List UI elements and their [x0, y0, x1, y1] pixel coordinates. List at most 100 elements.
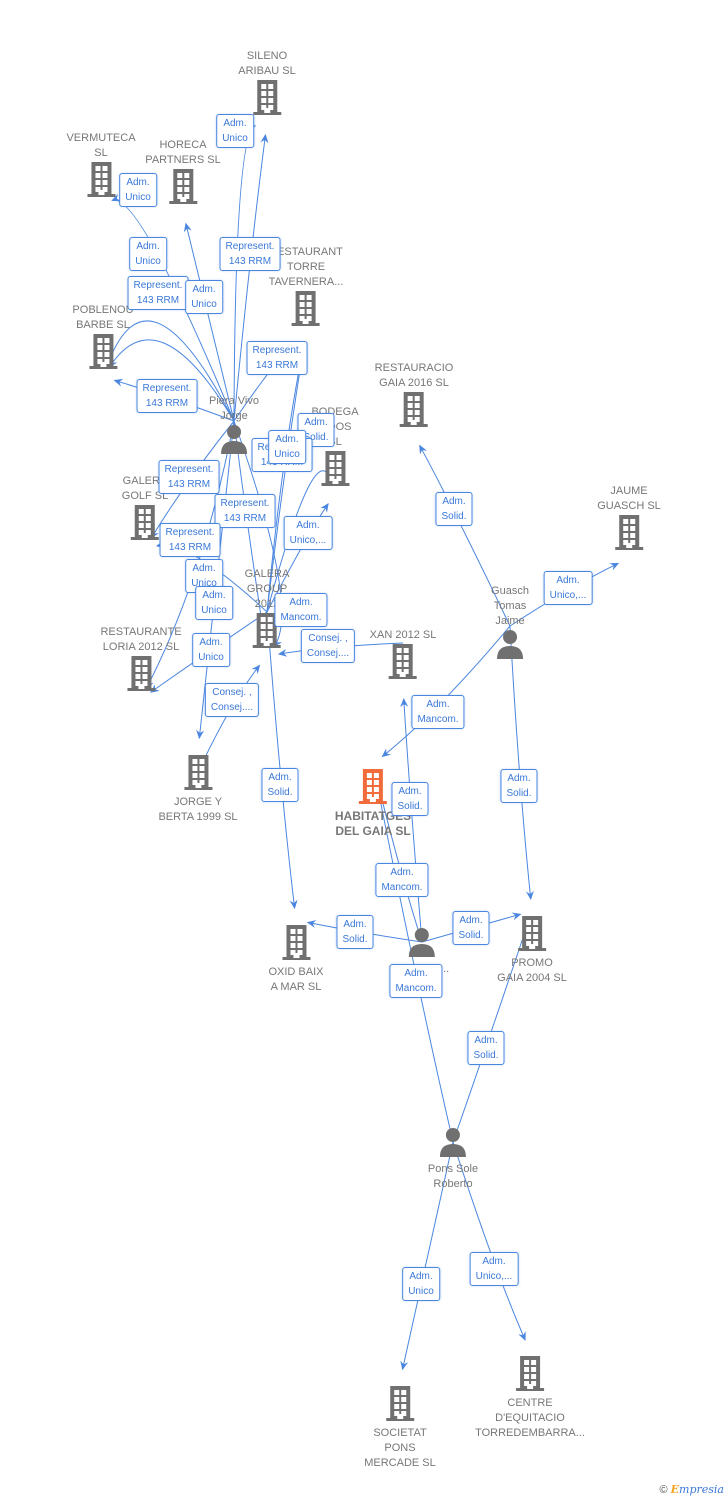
edge-label-line: Adm.: [304, 417, 328, 428]
edge-label[interactable]: Adm. Unico,...: [469, 1252, 519, 1286]
edge-label-line: Adm.: [275, 434, 299, 445]
building-icon: [168, 168, 198, 209]
edge-galeragroup-oxid: [266, 611, 298, 910]
node-societat[interactable]: SOCIETAT PONS MERCADE SL: [364, 1385, 436, 1471]
edge-label-line: Adm.: [390, 867, 414, 878]
edge-label-line: Unico: [135, 256, 161, 267]
edge-label[interactable]: Adm. Mancom.: [274, 593, 328, 627]
node-loria[interactable]: RESTAURANTE LORIA 2012 SL: [100, 625, 182, 696]
edge-label-line: Adm.: [136, 241, 160, 252]
node-restauracio[interactable]: RESTAURACIO GAIA 2016 SL: [374, 361, 454, 432]
node-label: Jaime: [495, 615, 525, 627]
edge-label[interactable]: Adm. Mancom.: [389, 964, 443, 998]
building-icon: [517, 915, 547, 956]
edge-label-line: 143 RRM: [228, 256, 272, 267]
edge-label-line: 143 RRM: [223, 513, 267, 524]
edge-label-line: Represent.: [225, 241, 275, 252]
edge-label[interactable]: Adm. Solid.: [467, 1031, 505, 1065]
edge-label-line: Unico: [125, 192, 151, 203]
node-promo[interactable]: PROMO GAIA 2004 SL: [497, 915, 567, 986]
copyright-symbol: ©: [659, 1484, 668, 1496]
edge-label-line: 143 RRM: [136, 295, 180, 306]
edge-label[interactable]: Adm. Unico: [185, 280, 223, 314]
edge-label[interactable]: Adm. Mancom.: [411, 695, 465, 729]
building-icon: [320, 450, 350, 491]
edge-label[interactable]: Represent. 143 RRM: [159, 523, 221, 557]
edge-label[interactable]: Represent. 143 RRM: [219, 237, 281, 271]
edge-label[interactable]: Consej. , Consej....: [300, 629, 356, 663]
edge-label[interactable]: Consej. , Consej....: [204, 683, 260, 717]
footer-brand[interactable]: © Empresia: [659, 1483, 724, 1496]
building-icon: [183, 754, 213, 795]
edge-label[interactable]: Adm. Unico,...: [283, 516, 333, 550]
edge-label[interactable]: Adm. Solid.: [391, 782, 429, 816]
edge-label[interactable]: Adm. Solid.: [452, 911, 490, 945]
edge-label[interactable]: Represent. 143 RRM: [136, 379, 198, 413]
node-label: PONS: [384, 1442, 416, 1454]
edge-label-line: Consej....: [210, 702, 254, 713]
edge-label[interactable]: Represent. 143 RRM: [214, 494, 276, 528]
node-label: XAN 2012 SL: [369, 629, 437, 641]
edge-label[interactable]: Adm. Unico: [119, 173, 157, 207]
node-guasch[interactable]: Guasch Tomas Jaime: [491, 584, 529, 664]
edge-label[interactable]: Adm. Unico: [192, 633, 230, 667]
edge-label-line: Adm.: [398, 786, 422, 797]
building-icon: [614, 514, 644, 555]
edge-label-line: Adm.: [409, 1271, 433, 1282]
edge-label[interactable]: Adm. Solid.: [261, 768, 299, 802]
edge-label[interactable]: Adm. Solid.: [500, 769, 538, 803]
node-label: TAVERNERA...: [268, 276, 344, 288]
building-icon: [385, 1385, 415, 1426]
edge-label-line: Represent.: [252, 345, 302, 356]
node-label: RESTAURACIO: [374, 362, 454, 374]
node-label: Guasch: [491, 585, 529, 597]
node-label: DEL GAIA SL: [335, 824, 411, 838]
edge-label-line: Adm.: [268, 772, 292, 783]
edge-label[interactable]: Adm. Solid.: [435, 492, 473, 526]
edge-label-line: 143 RRM: [145, 398, 189, 409]
edge-label[interactable]: Represent. 143 RRM: [246, 341, 308, 375]
edge-label[interactable]: Represent. 143 RRM: [127, 276, 189, 310]
edge-label-line: Unico,...: [549, 590, 587, 601]
node-label: POBLENOU: [72, 304, 134, 316]
node-label: BERTA 1999 SL: [158, 811, 238, 823]
edge-label[interactable]: Adm. Solid.: [336, 915, 374, 949]
edge-label-line: Mancom.: [381, 882, 423, 893]
node-label: SL: [94, 147, 108, 159]
node-centre[interactable]: CENTRE D'EQUITACIO TORREDEMBARRA...: [475, 1355, 585, 1441]
edge-label[interactable]: Adm. Unico: [268, 430, 306, 464]
node-label: Jorge: [220, 410, 248, 422]
node-pons[interactable]: Pons Sole Roberto: [428, 1127, 478, 1192]
node-oxid[interactable]: OXID BAIX A MAR SL: [268, 924, 324, 995]
edge-label[interactable]: Represent. 143 RRM: [158, 460, 220, 494]
edge-label-line: Solid.: [473, 1050, 499, 1061]
edge-label[interactable]: Adm. Unico: [402, 1267, 440, 1301]
edge-label[interactable]: Adm. Mancom.: [375, 863, 429, 897]
edge-label-line: 143 RRM: [255, 360, 299, 371]
person-icon: [496, 629, 524, 664]
building-icon: [88, 333, 118, 374]
edge-label-line: Adm.: [192, 563, 216, 574]
node-label: MERCADE SL: [364, 1457, 436, 1469]
node-jaume[interactable]: JAUME GUASCH SL: [597, 484, 661, 555]
edge-label-line: Solid.: [342, 934, 368, 945]
edge-label[interactable]: Adm. Unico: [216, 114, 254, 148]
edge-label[interactable]: Adm. Unico,...: [543, 571, 593, 605]
edge-label-line: Adm.: [202, 590, 226, 601]
edge-label[interactable]: Adm. Unico: [129, 237, 167, 271]
node-sileno[interactable]: SILENO ARIBAU SL: [238, 49, 296, 120]
node-xan[interactable]: XAN 2012 SL: [369, 628, 437, 684]
node-poblenou[interactable]: POBLENOU BARBE SL: [72, 303, 134, 374]
edge-label-line: Unico: [201, 605, 227, 616]
node-label: GAIA 2004 SL: [497, 972, 567, 984]
node-label: SILENO: [246, 50, 288, 62]
node-label: Roberto: [433, 1178, 473, 1190]
node-label: RESTAURANTE: [100, 626, 182, 638]
building-icon: [388, 643, 418, 684]
edge-label-line: Consej. ,: [212, 687, 252, 698]
node-jorge[interactable]: JORGE Y BERTA 1999 SL: [158, 754, 238, 825]
edge-label-line: Adm.: [126, 177, 150, 188]
edge-label-line: Adm.: [474, 1035, 498, 1046]
edge-label[interactable]: Adm. Unico: [195, 586, 233, 620]
building-icon: [130, 504, 160, 545]
